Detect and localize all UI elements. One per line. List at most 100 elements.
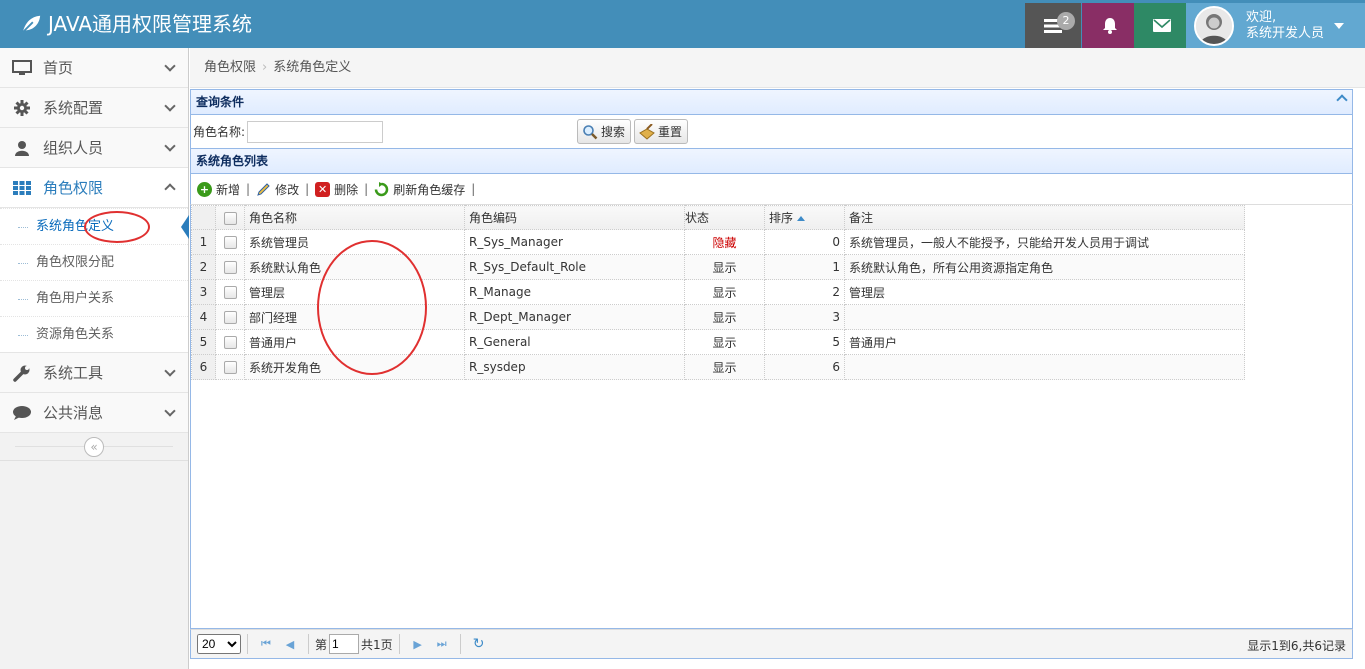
row-checkbox[interactable] <box>223 286 237 299</box>
cell-role-name: 普通用户 <box>244 329 465 355</box>
sidebar-item-label: 系统工具 <box>43 364 104 382</box>
sidebar-item-home[interactable]: 首页 <box>0 48 188 88</box>
total-pages: 共1页 <box>361 637 393 652</box>
column-header-remark[interactable]: 备注 <box>844 205 1245 230</box>
row-select-cell <box>215 354 245 380</box>
breadcrumb-parent[interactable]: 角色权限 <box>204 60 256 75</box>
delete-button[interactable]: ✕ 删除 <box>315 181 358 198</box>
row-checkbox[interactable] <box>223 336 237 349</box>
row-select-cell <box>215 304 245 330</box>
tasks-button[interactable]: 2 <box>1025 3 1081 48</box>
refresh-icon <box>374 181 389 196</box>
chevron-up-icon[interactable] <box>1336 94 1348 106</box>
submenu-item-resource-role-relation[interactable]: 资源角色关系 <box>0 316 188 352</box>
sidebar-item-label: 角色权限 <box>43 179 104 197</box>
cell-remark: 普通用户 <box>844 329 1245 355</box>
role-name-input[interactable] <box>247 120 384 143</box>
list-toolbar: + 新增 | 修改 | ✕ 删除 | 刷新角色缓存 | <box>190 174 1353 204</box>
sidebar-item-org-users[interactable]: 组织人员 <box>0 128 188 168</box>
row-checkbox[interactable] <box>223 236 237 249</box>
cell-remark <box>844 354 1245 380</box>
pager-separator <box>308 634 309 654</box>
submenu-item-label: 系统角色定义 <box>36 219 115 234</box>
envelope-icon <box>1153 19 1171 32</box>
prev-page-icon[interactable]: ◀ <box>282 638 298 651</box>
cell-remark <box>844 304 1245 330</box>
user-menu[interactable]: 欢迎, 系统开发人员 <box>1186 3 1365 48</box>
select-all-checkbox[interactable] <box>223 211 237 225</box>
user-name: 系统开发人员 <box>1246 25 1325 41</box>
last-page-icon[interactable]: ⏭ <box>434 637 450 651</box>
edit-button[interactable]: 修改 <box>256 181 299 198</box>
reload-icon[interactable]: ↻ <box>471 636 487 652</box>
messages-button[interactable] <box>1134 3 1190 48</box>
row-select-cell <box>215 229 245 255</box>
column-header-code[interactable]: 角色编码 <box>464 205 685 230</box>
submenu-item-role-permission-assign[interactable]: 角色权限分配 <box>0 244 188 280</box>
query-panel-header: 查询条件 <box>190 89 1353 115</box>
table-row[interactable]: 1 系统管理员 R_Sys_Manager 隐藏 0 系统管理员，一般人不能授予，只能给开… <box>191 229 1245 255</box>
page-size-select[interactable]: 20 <box>197 634 241 654</box>
table-header-row: 角色名称 角色编码 状态 排序 备注 <box>191 205 1245 230</box>
table-row[interactable]: 5 普通用户 R_General 显示 5 普通用户 <box>191 329 1245 355</box>
user-icon <box>12 138 32 158</box>
search-button-label: 搜索 <box>601 125 626 139</box>
pager-separator <box>247 634 248 654</box>
cell-remark: 系统默认角色，所有公用资源指定角色 <box>844 254 1245 280</box>
submenu-item-role-definition[interactable]: 系统角色定义 <box>0 208 189 244</box>
sidebar-item-system-tools[interactable]: 系统工具 <box>0 353 188 393</box>
cell-remark: 管理层 <box>844 279 1245 305</box>
role-table-body: 1 系统管理员 R_Sys_Manager 隐藏 0 系统管理员，一般人不能授予，只能给开… <box>191 229 1245 380</box>
cell-sort: 2 <box>764 279 845 305</box>
first-page-icon[interactable]: ⏮ <box>258 637 274 651</box>
column-header-status[interactable]: 状态 <box>684 205 765 230</box>
submenu-item-role-user-relation[interactable]: 角色用户关系 <box>0 280 188 316</box>
row-checkbox[interactable] <box>223 311 237 324</box>
sidebar-item-public-messages[interactable]: 公共消息 <box>0 393 188 433</box>
reset-button[interactable]: 重置 <box>634 119 688 144</box>
search-button[interactable]: 搜索 <box>577 119 631 144</box>
row-number: 4 <box>191 304 216 330</box>
active-indicator <box>181 215 189 239</box>
submenu-item-label: 角色用户关系 <box>36 291 115 306</box>
table-row[interactable]: 2 系统默认角色 R_Sys_Default_Role 显示 1 系统默认角色，所有公用资… <box>191 254 1245 280</box>
toolbar-separator: | <box>246 182 251 196</box>
cell-role-code: R_Dept_Manager <box>464 304 685 330</box>
breadcrumb: 角色权限 › 系统角色定义 <box>190 48 1365 88</box>
app-title: JAVA通用权限管理系统 <box>48 12 253 36</box>
table-row[interactable]: 4 部门经理 R_Dept_Manager 显示 3 <box>191 304 1245 330</box>
notifications-button[interactable] <box>1082 3 1138 48</box>
row-checkbox[interactable] <box>223 261 237 274</box>
list-panel-title: 系统角色列表 <box>196 154 269 168</box>
sidebar-item-system-config[interactable]: 系统配置 <box>0 88 188 128</box>
row-number: 1 <box>191 229 216 255</box>
row-checkbox[interactable] <box>223 361 237 374</box>
top-navbar: JAVA通用权限管理系统 2 欢迎, 系统开发人员 <box>0 0 1365 48</box>
table-row[interactable]: 3 管理层 R_Manage 显示 2 管理层 <box>191 279 1245 305</box>
column-header-name[interactable]: 角色名称 <box>244 205 465 230</box>
table-row[interactable]: 6 系统开发角色 R_sysdep 显示 6 <box>191 354 1245 380</box>
chevron-down-icon <box>164 140 176 152</box>
cell-role-code: R_Sys_Default_Role <box>464 254 685 280</box>
cell-sort: 1 <box>764 254 845 280</box>
cell-role-name: 管理层 <box>244 279 465 305</box>
sort-ascending-icon <box>797 216 806 221</box>
sidebar-item-role-permissions[interactable]: 角色权限 <box>0 168 188 208</box>
row-number: 3 <box>191 279 216 305</box>
rownum-header <box>191 205 216 230</box>
cell-status: 显示 <box>684 354 765 380</box>
refresh-cache-button[interactable]: 刷新角色缓存 <box>374 181 465 198</box>
next-page-icon[interactable]: ▶ <box>410 638 426 651</box>
sidebar-collapse-button[interactable]: « <box>84 437 104 457</box>
row-number: 5 <box>191 329 216 355</box>
add-button[interactable]: + 新增 <box>197 181 240 198</box>
toolbar-separator: | <box>364 182 369 196</box>
role-permissions-submenu: 系统角色定义 角色权限分配 角色用户关系 资源角色关系 <box>0 208 189 353</box>
breadcrumb-separator-icon: › <box>262 60 268 75</box>
submenu-item-label: 资源角色关系 <box>36 327 115 342</box>
page-number-input[interactable] <box>329 634 360 654</box>
pager-separator <box>398 634 400 654</box>
app-brand[interactable]: JAVA通用权限管理系统 <box>20 10 252 38</box>
column-header-sort[interactable]: 排序 <box>764 205 845 230</box>
role-table-container: 角色名称 角色编码 状态 排序 备注 1 系统管理员 R_Sys_Manager 隐藏… <box>190 204 1353 629</box>
